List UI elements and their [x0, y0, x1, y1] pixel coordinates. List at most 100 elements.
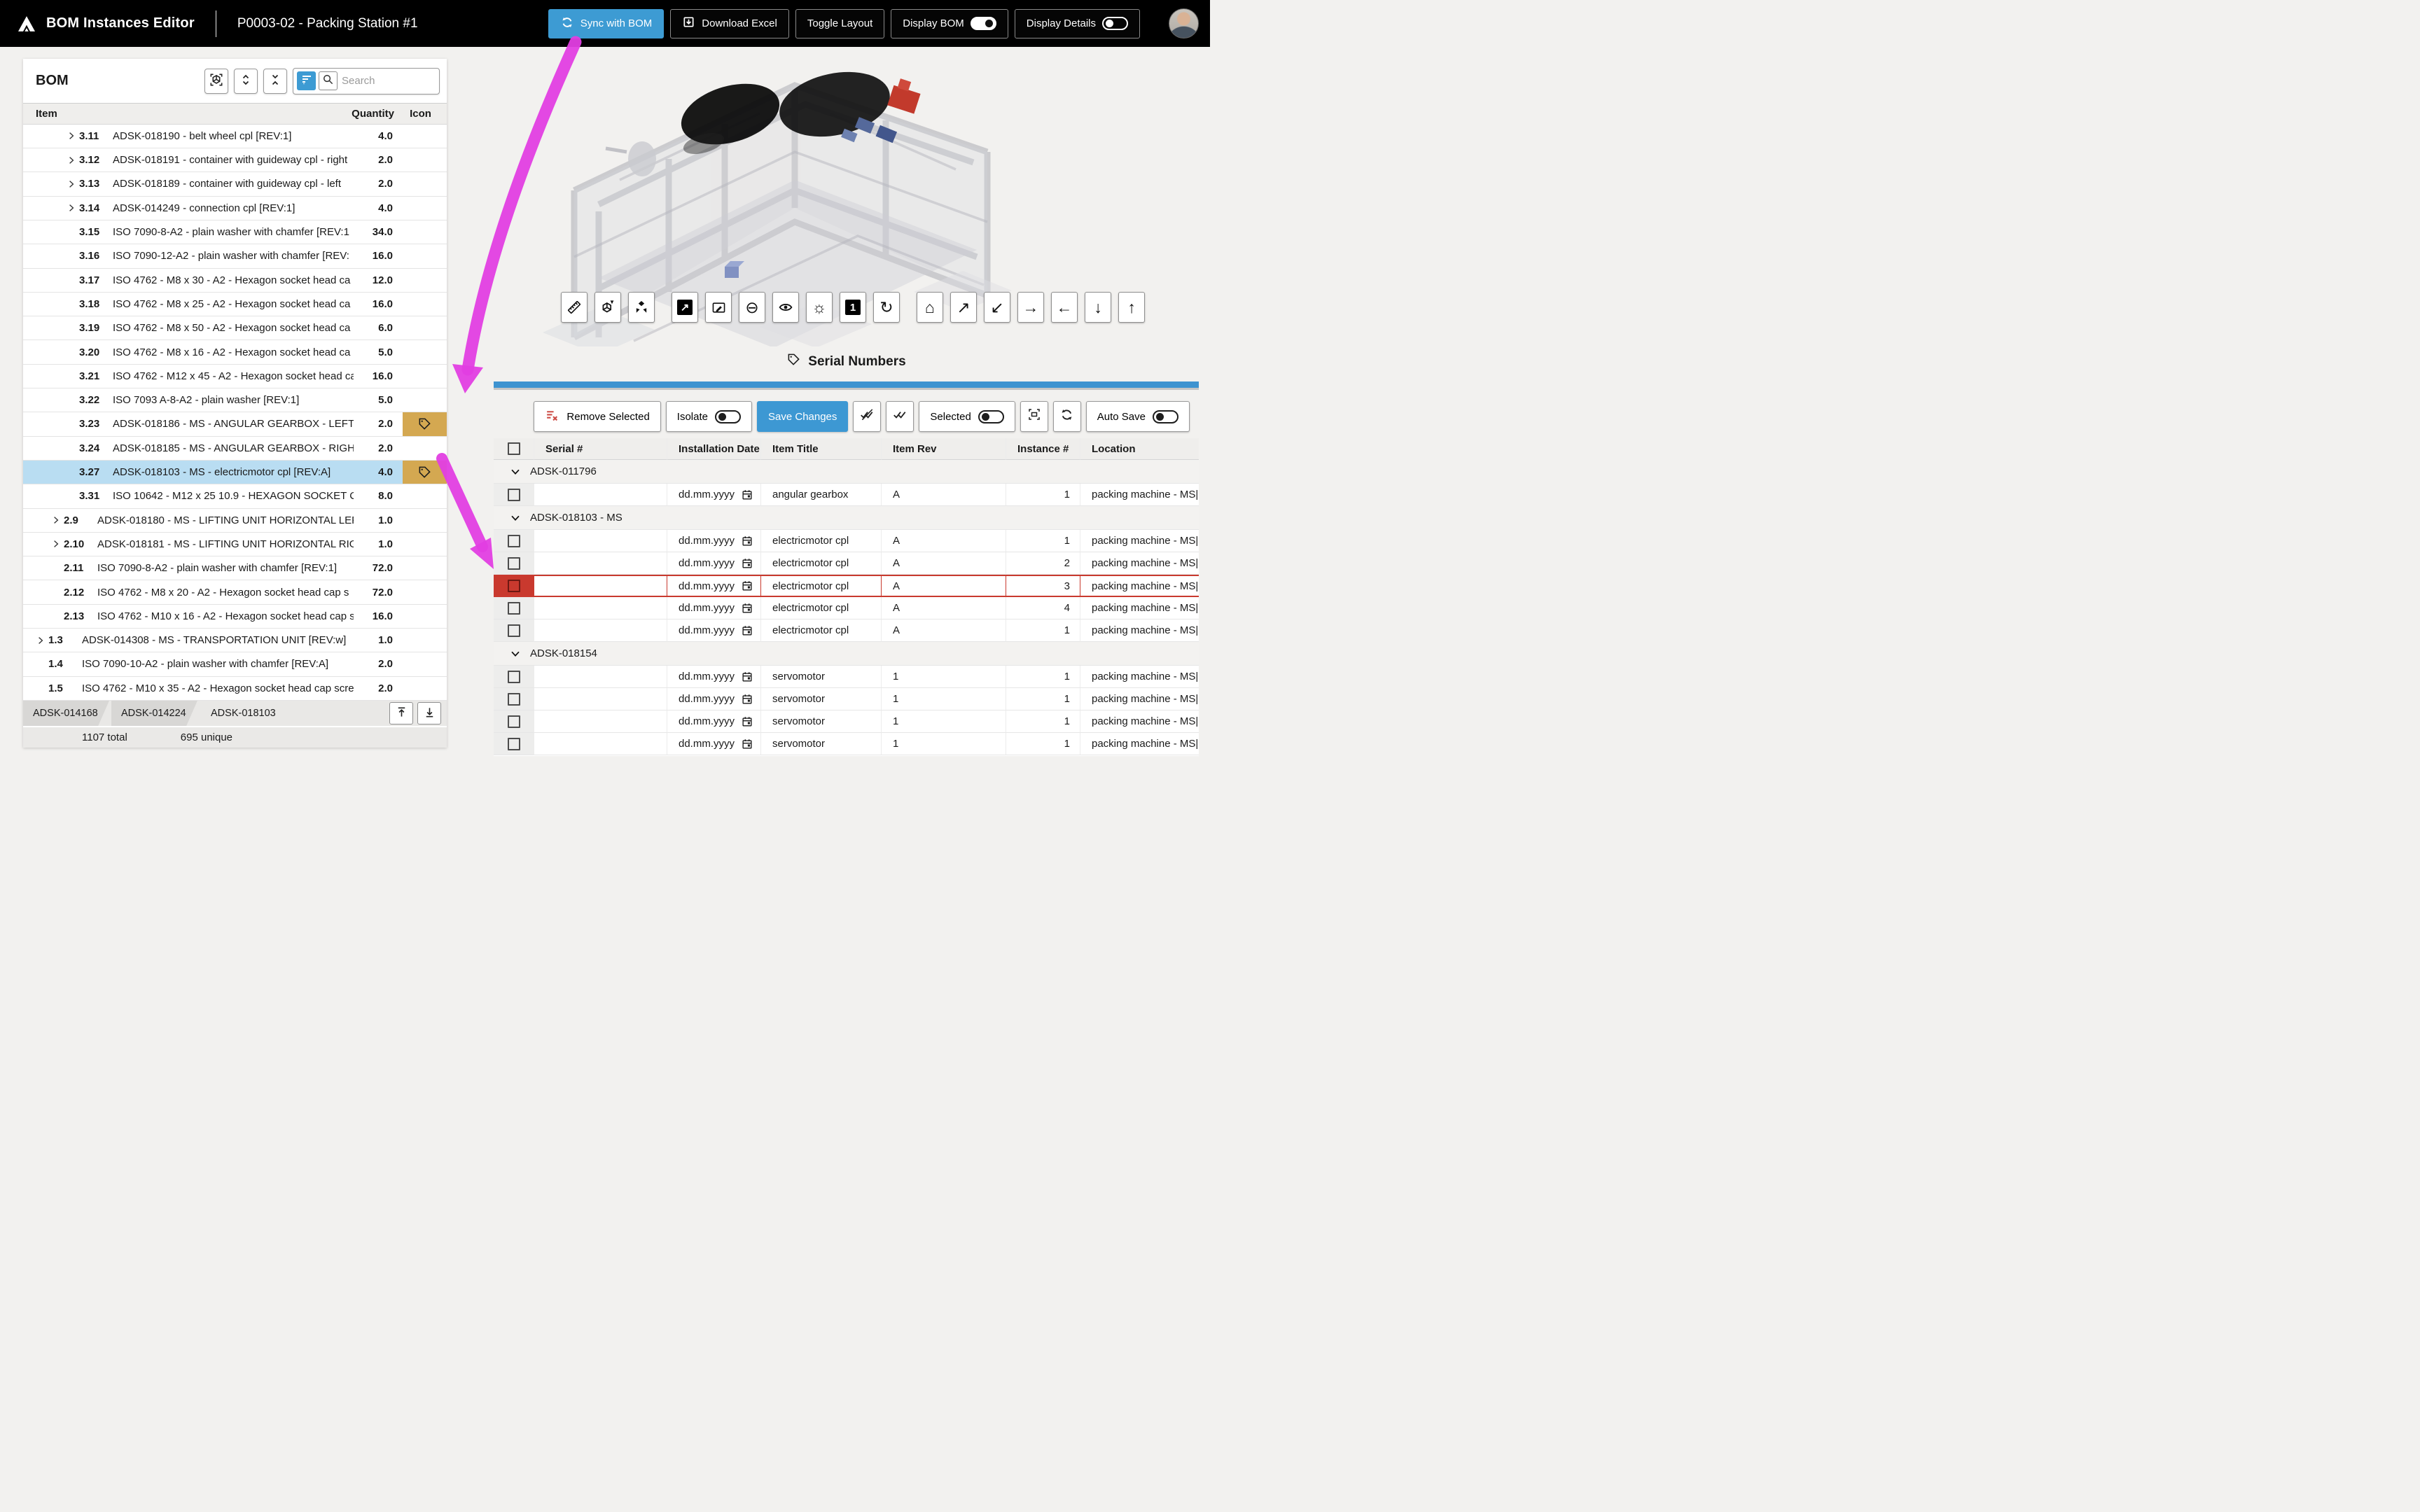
remove-selected-button[interactable]: Remove Selected — [534, 401, 660, 432]
bom-table-row[interactable]: 3.27ADSK-018103 - MS - electricmotor cpl… — [23, 461, 447, 484]
bom-table-row[interactable]: 3.13ADSK-018189 - container with guidewa… — [23, 172, 447, 196]
date-input[interactable]: dd.mm.yyyy — [679, 602, 753, 615]
serial-number-cell[interactable] — [534, 688, 667, 710]
breadcrumb[interactable]: ADSK-014168 — [23, 701, 109, 727]
serial-group-row[interactable]: ADSK-018154 — [494, 642, 1199, 666]
display-details-toggle[interactable] — [1102, 17, 1128, 30]
refresh-button[interactable] — [1053, 401, 1081, 432]
chevron-right-icon[interactable] — [64, 130, 79, 141]
date-input[interactable]: dd.mm.yyyy — [679, 535, 753, 547]
serial-row[interactable]: dd.mm.yyyyangular gearboxA1packing machi… — [494, 484, 1199, 506]
bom-table-row[interactable]: 1.4ISO 7090-10-A2 - plain washer with ch… — [23, 652, 447, 676]
row-checkbox[interactable] — [508, 671, 520, 683]
serial-group-row[interactable]: ADSK-018103 - MS — [494, 506, 1199, 530]
date-input[interactable]: dd.mm.yyyy — [679, 624, 753, 637]
serial-tag-icon[interactable] — [403, 412, 447, 435]
date-input[interactable]: dd.mm.yyyy — [679, 580, 753, 592]
bom-table-row[interactable]: 3.15ISO 7090-8-A2 - plain washer with ch… — [23, 220, 447, 244]
bom-table-row[interactable]: 3.22ISO 7093 A-8-A2 - plain washer [REV:… — [23, 388, 447, 412]
display-details-button[interactable]: Display Details — [1015, 9, 1140, 38]
calendar-icon[interactable] — [741, 602, 753, 615]
serial-number-cell[interactable] — [534, 733, 667, 755]
model-viewer[interactable]: ↗⊖☼1↻⌂↗↙→←↓↑ — [494, 47, 1199, 346]
isolate-toggle[interactable] — [715, 410, 741, 424]
bom-table-row[interactable]: 3.24ADSK-018185 - MS - ANGULAR GEARBOX -… — [23, 437, 447, 461]
serial-row[interactable]: dd.mm.yyyyservomotor11packing machine - … — [494, 688, 1199, 710]
brightness-button[interactable]: ☼ — [806, 292, 833, 323]
date-input[interactable]: dd.mm.yyyy — [679, 738, 753, 750]
serial-number-cell[interactable] — [534, 484, 667, 506]
breadcrumb[interactable]: ADSK-018103 — [200, 701, 276, 727]
bom-table-row[interactable]: 3.16ISO 7090-12-A2 - plain washer with c… — [23, 244, 447, 268]
sync-with-bom-button[interactable]: Sync with BOM — [548, 9, 665, 38]
chevron-down-icon[interactable] — [509, 512, 522, 524]
search-input[interactable] — [340, 74, 435, 88]
row-checkbox[interactable] — [508, 580, 520, 592]
date-input[interactable]: dd.mm.yyyy — [679, 489, 753, 501]
bom-table-row[interactable]: 3.23ADSK-018186 - MS - ANGULAR GEARBOX -… — [23, 412, 447, 436]
calendar-icon[interactable] — [741, 489, 753, 501]
date-input[interactable]: dd.mm.yyyy — [679, 693, 753, 706]
screenshot-button[interactable]: ↗ — [672, 292, 698, 323]
date-input[interactable]: dd.mm.yyyy — [679, 715, 753, 728]
serial-row[interactable]: dd.mm.yyyyelectricmotor cplA2packing mac… — [494, 552, 1199, 575]
row-checkbox[interactable] — [508, 602, 520, 615]
bom-table-row[interactable]: 3.31ISO 10642 - M12 x 25 10.9 - HEXAGON … — [23, 484, 447, 508]
bom-table-row[interactable]: 2.11ISO 7090-8-A2 - plain washer with ch… — [23, 556, 447, 580]
serial-number-cell[interactable] — [534, 530, 667, 552]
breadcrumb[interactable]: ADSK-014224 — [111, 701, 197, 727]
auto-save-toggle[interactable] — [1153, 410, 1178, 424]
serial-row[interactable]: dd.mm.yyyyelectricmotor cplA4packing mac… — [494, 597, 1199, 620]
auto-save-button[interactable]: Auto Save — [1086, 401, 1190, 432]
selected-toggle[interactable] — [978, 410, 1004, 424]
bom-table-row[interactable]: 3.12ADSK-018191 - container with guidewa… — [23, 148, 447, 172]
filter-button[interactable] — [297, 71, 316, 90]
serial-row-alert[interactable]: dd.mm.yyyyelectricmotor cplA3packing mac… — [494, 575, 1199, 597]
serial-row[interactable]: dd.mm.yyyyelectricmotor cplA1packing mac… — [494, 530, 1199, 552]
chevron-right-icon[interactable] — [64, 155, 79, 166]
calendar-icon[interactable] — [741, 624, 753, 637]
bom-table-row[interactable]: 3.20ISO 4762 - M8 x 16 - A2 - Hexagon so… — [23, 340, 447, 364]
display-bom-button[interactable]: Display BOM — [891, 9, 1008, 38]
serial-number-cell[interactable] — [534, 620, 667, 642]
bom-table-row[interactable]: 2.13ISO 4762 - M10 x 16 - A2 - Hexagon s… — [23, 605, 447, 629]
bom-table-row[interactable]: 1.3ADSK-014308 - MS - TRANSPORTATION UNI… — [23, 629, 447, 652]
row-checkbox[interactable] — [508, 535, 520, 547]
chevron-right-icon[interactable] — [33, 635, 48, 646]
row-checkbox[interactable] — [508, 557, 520, 570]
search-button[interactable] — [319, 71, 338, 90]
row-checkbox[interactable] — [508, 738, 520, 750]
isolate-button[interactable]: Isolate — [666, 401, 752, 432]
bom-table-row[interactable]: 3.19ISO 4762 - M8 x 50 - A2 - Hexagon so… — [23, 316, 447, 340]
scroll-to-bottom-button[interactable] — [417, 702, 441, 724]
pan-left-button[interactable]: ← — [1051, 292, 1078, 323]
bom-table-row[interactable]: 3.14ADSK-014249 - connection cpl [REV:1]… — [23, 197, 447, 220]
date-input[interactable]: dd.mm.yyyy — [679, 671, 753, 683]
serial-number-cell[interactable] — [534, 552, 667, 575]
chevron-right-icon[interactable] — [64, 178, 79, 190]
chevron-right-icon[interactable] — [48, 514, 64, 526]
serial-number-cell[interactable] — [534, 710, 667, 733]
pan-up-button[interactable]: ↑ — [1118, 292, 1145, 323]
explode-button[interactable] — [628, 292, 655, 323]
first-person-button[interactable]: 1 — [840, 292, 866, 323]
calendar-icon[interactable] — [741, 580, 753, 592]
user-avatar[interactable] — [1169, 8, 1199, 38]
toggle-layout-button[interactable]: Toggle Layout — [795, 9, 884, 38]
fit-table-button[interactable] — [1020, 401, 1048, 432]
visibility-button[interactable] — [772, 292, 799, 323]
measure-button[interactable] — [561, 292, 587, 323]
select-all-checkbox[interactable] — [508, 442, 520, 455]
scroll-to-top-button[interactable] — [389, 702, 413, 724]
bom-table-row[interactable]: 3.18ISO 4762 - M8 x 25 - A2 - Hexagon so… — [23, 293, 447, 316]
bom-table-row[interactable]: 2.10ADSK-018181 - MS - LIFTING UNIT HORI… — [23, 533, 447, 556]
bom-table-row[interactable]: 2.9ADSK-018180 - MS - LIFTING UNIT HORIZ… — [23, 509, 447, 533]
bom-table-row[interactable]: 1.5ISO 4762 - M10 x 35 - A2 - Hexagon so… — [23, 677, 447, 701]
bom-table-row[interactable]: 3.17ISO 4762 - M8 x 30 - A2 - Hexagon so… — [23, 269, 447, 293]
calendar-icon[interactable] — [741, 693, 753, 706]
check-all-button[interactable] — [886, 401, 914, 432]
pan-down-left-button[interactable]: ↙ — [984, 292, 1010, 323]
chevron-down-icon[interactable] — [509, 648, 522, 660]
display-bom-toggle[interactable] — [971, 17, 996, 30]
bom-table-row[interactable]: 3.21ISO 4762 - M12 x 45 - A2 - Hexagon s… — [23, 365, 447, 388]
